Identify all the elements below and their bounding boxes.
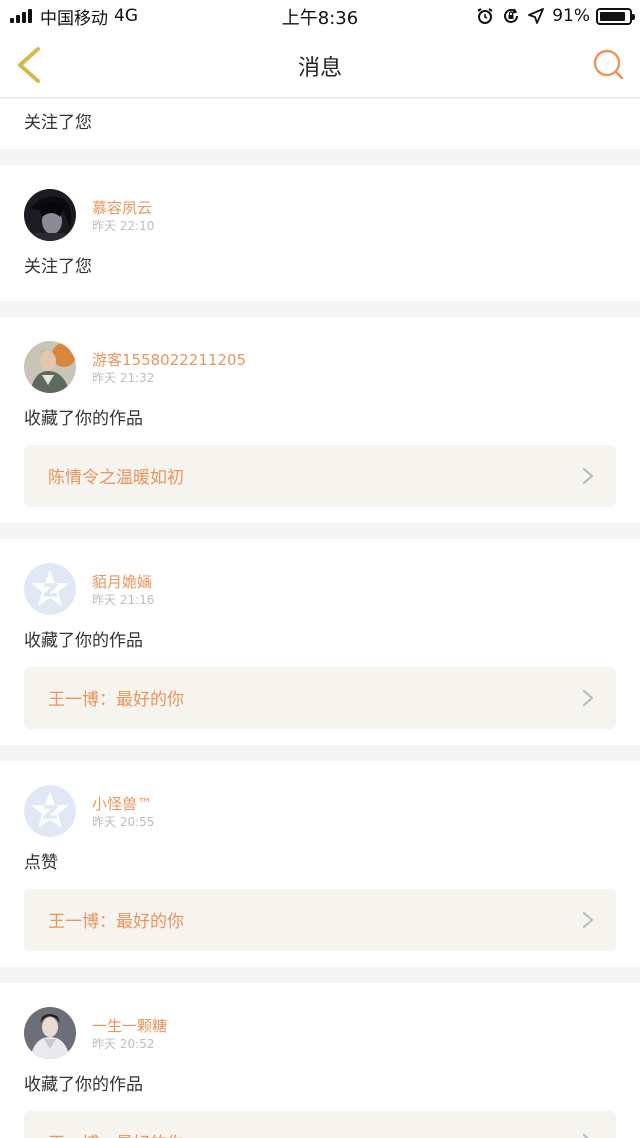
work-link[interactable]: 王一博：最好的你 xyxy=(24,1111,616,1138)
work-title: 王一博：最好的你 xyxy=(48,912,184,932)
avatar[interactable] xyxy=(24,189,76,241)
work-title: 王一博：最好的你 xyxy=(48,690,184,710)
navigation-bar: 消息 xyxy=(0,32,640,98)
notification-header: 一生一颗糖 昨天 20:52 xyxy=(0,983,640,1087)
search-icon xyxy=(593,49,624,80)
avatar[interactable] xyxy=(24,341,76,393)
battery-fill xyxy=(600,11,626,21)
timestamp: 昨天 21:32 xyxy=(92,371,155,385)
battery-icon xyxy=(596,7,635,25)
notification-list: 关注了您 慕容夙云 昨天 22:10 关注了您 游客1558022211205 … xyxy=(0,99,640,1138)
username[interactable]: 貊月姽婳 xyxy=(92,571,152,592)
notification-item[interactable]: 慕容夙云 昨天 22:10 关注了您 xyxy=(0,165,640,301)
default-avatar-icon[interactable] xyxy=(24,785,76,837)
work-link[interactable]: 陈情令之温暖如初 xyxy=(24,445,616,507)
battery-percent: 91% xyxy=(552,6,590,26)
notification-item[interactable]: 游客1558022211205 昨天 21:32 收藏了你的作品 陈情令之温暖如… xyxy=(0,317,640,523)
timestamp: 昨天 21:16 xyxy=(92,593,155,607)
alarm-icon xyxy=(476,7,494,25)
username[interactable]: 游客1558022211205 xyxy=(92,349,246,370)
separator xyxy=(0,301,640,317)
separator xyxy=(0,745,640,761)
timestamp: 昨天 22:10 xyxy=(92,219,155,233)
rotation-lock-icon xyxy=(502,7,520,25)
notification-action: 关注了您 xyxy=(24,113,92,133)
separator xyxy=(0,149,640,165)
notification-header: 小怪兽™ 昨天 20:55 xyxy=(0,761,640,865)
notification-header: 貊月姽婳 昨天 21:16 xyxy=(0,539,640,643)
search-button[interactable] xyxy=(592,48,626,82)
notification-header: 慕容夙云 昨天 22:10 xyxy=(0,165,640,269)
separator xyxy=(0,523,640,539)
work-title: 陈情令之温暖如初 xyxy=(48,468,184,488)
status-bar: 中国移动 4G 上午8:36 91% xyxy=(0,0,640,32)
work-link[interactable]: 王一博：最好的你 xyxy=(24,667,616,729)
username[interactable]: 慕容夙云 xyxy=(92,197,152,218)
work-link[interactable]: 王一博：最好的你 xyxy=(24,889,616,951)
timestamp: 昨天 20:52 xyxy=(92,1037,155,1051)
timestamp: 昨天 20:55 xyxy=(92,815,155,829)
avatar[interactable] xyxy=(24,1007,76,1059)
notification-item[interactable]: 关注了您 xyxy=(0,99,640,149)
username[interactable]: 一生一颗糖 xyxy=(92,1015,167,1036)
location-arrow-icon xyxy=(528,8,545,24)
chevron-right-icon xyxy=(583,1134,589,1138)
username[interactable]: 小怪兽™ xyxy=(92,793,152,814)
notification-item[interactable]: 一生一颗糖 昨天 20:52 收藏了你的作品 王一博：最好的你 xyxy=(0,983,640,1138)
chevron-right-icon xyxy=(583,468,593,484)
work-title: 王一博：最好的你 xyxy=(48,1129,184,1138)
status-right: 91% xyxy=(476,4,635,28)
separator xyxy=(0,967,640,983)
chevron-right-icon xyxy=(583,690,593,706)
notification-item[interactable]: 小怪兽™ 昨天 20:55 点赞 王一博：最好的你 xyxy=(0,761,640,967)
default-avatar-icon[interactable] xyxy=(24,563,76,615)
page-title: 消息 xyxy=(297,56,342,81)
notification-header: 游客1558022211205 昨天 21:32 xyxy=(0,317,640,421)
notification-item[interactable]: 貊月姽婳 昨天 21:16 收藏了你的作品 王一博：最好的你 xyxy=(0,539,640,745)
chevron-right-icon xyxy=(583,912,593,928)
